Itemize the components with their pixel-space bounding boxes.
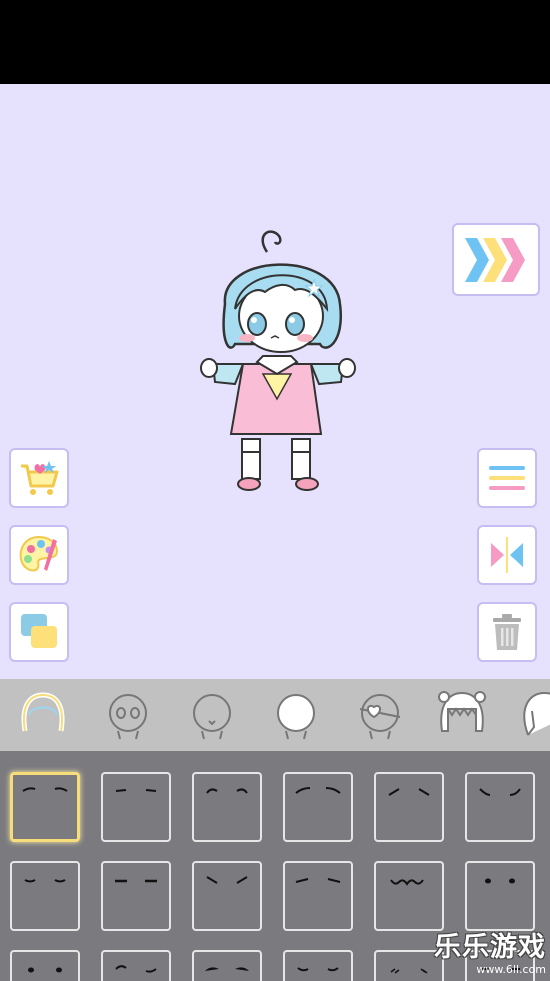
head-blank-icon — [277, 694, 315, 740]
watermark-title: 乐乐游戏 — [434, 932, 546, 963]
eyebrow-option-3[interactable] — [192, 772, 262, 842]
tab-hair-side[interactable] — [512, 685, 550, 745]
eyebrow-option-8[interactable] — [101, 861, 171, 931]
eyebrow-option-1[interactable] — [10, 772, 80, 842]
character-stage — [0, 84, 550, 679]
flip-icon — [491, 537, 523, 573]
watermark: 乐乐游戏 www.6ll.com — [434, 933, 546, 981]
menu-button[interactable] — [477, 448, 537, 508]
tab-head[interactable] — [266, 685, 326, 745]
eyebrow-option-12[interactable] — [465, 861, 535, 931]
eyebrow-option-6[interactable] — [465, 772, 535, 842]
shop-button[interactable] — [9, 448, 69, 508]
menu-icon — [489, 466, 525, 490]
character-preview — [200, 230, 356, 491]
face-base-icon — [21, 692, 65, 732]
flip-button[interactable] — [477, 525, 537, 585]
eyebrow-option-11[interactable] — [374, 861, 444, 931]
tab-accessory[interactable] — [350, 685, 410, 745]
eyebrow-option-4[interactable] — [283, 772, 353, 842]
hair-front-icon — [438, 691, 486, 732]
delete-button[interactable] — [477, 602, 537, 662]
next-button[interactable] — [452, 223, 540, 296]
category-tab-bar — [0, 679, 550, 751]
eyes-icon — [109, 694, 147, 740]
eyebrow-option-9[interactable] — [192, 861, 262, 931]
eyebrow-option-13[interactable] — [10, 950, 80, 981]
tab-hair-front[interactable] — [432, 685, 492, 745]
tab-mouth[interactable] — [182, 685, 242, 745]
color-palette-button[interactable] — [9, 525, 69, 585]
eyebrow-option-15[interactable] — [192, 950, 262, 981]
watermark-url: www.6ll.com — [476, 963, 546, 976]
shopping-cart-icon — [21, 461, 59, 495]
hair-side-icon — [523, 691, 550, 736]
trash-icon — [493, 614, 521, 650]
eyebrow-option-14[interactable] — [101, 950, 171, 981]
eyebrow-option-2[interactable] — [101, 772, 171, 842]
layers-button[interactable] — [9, 602, 69, 662]
tab-eyes[interactable] — [98, 685, 158, 745]
mouth-icon — [193, 694, 231, 740]
next-arrows-icon — [465, 237, 525, 282]
eyebrow-option-16[interactable] — [283, 950, 353, 981]
tab-face-base[interactable] — [13, 685, 73, 745]
status-bar — [0, 0, 550, 84]
eyebrow-option-10[interactable] — [283, 861, 353, 931]
layers-icon — [21, 614, 57, 648]
eyebrow-option-5[interactable] — [374, 772, 444, 842]
palette-icon — [19, 535, 59, 572]
eyebrow-option-7[interactable] — [10, 861, 80, 931]
eyepatch-accessory-icon — [359, 694, 401, 740]
